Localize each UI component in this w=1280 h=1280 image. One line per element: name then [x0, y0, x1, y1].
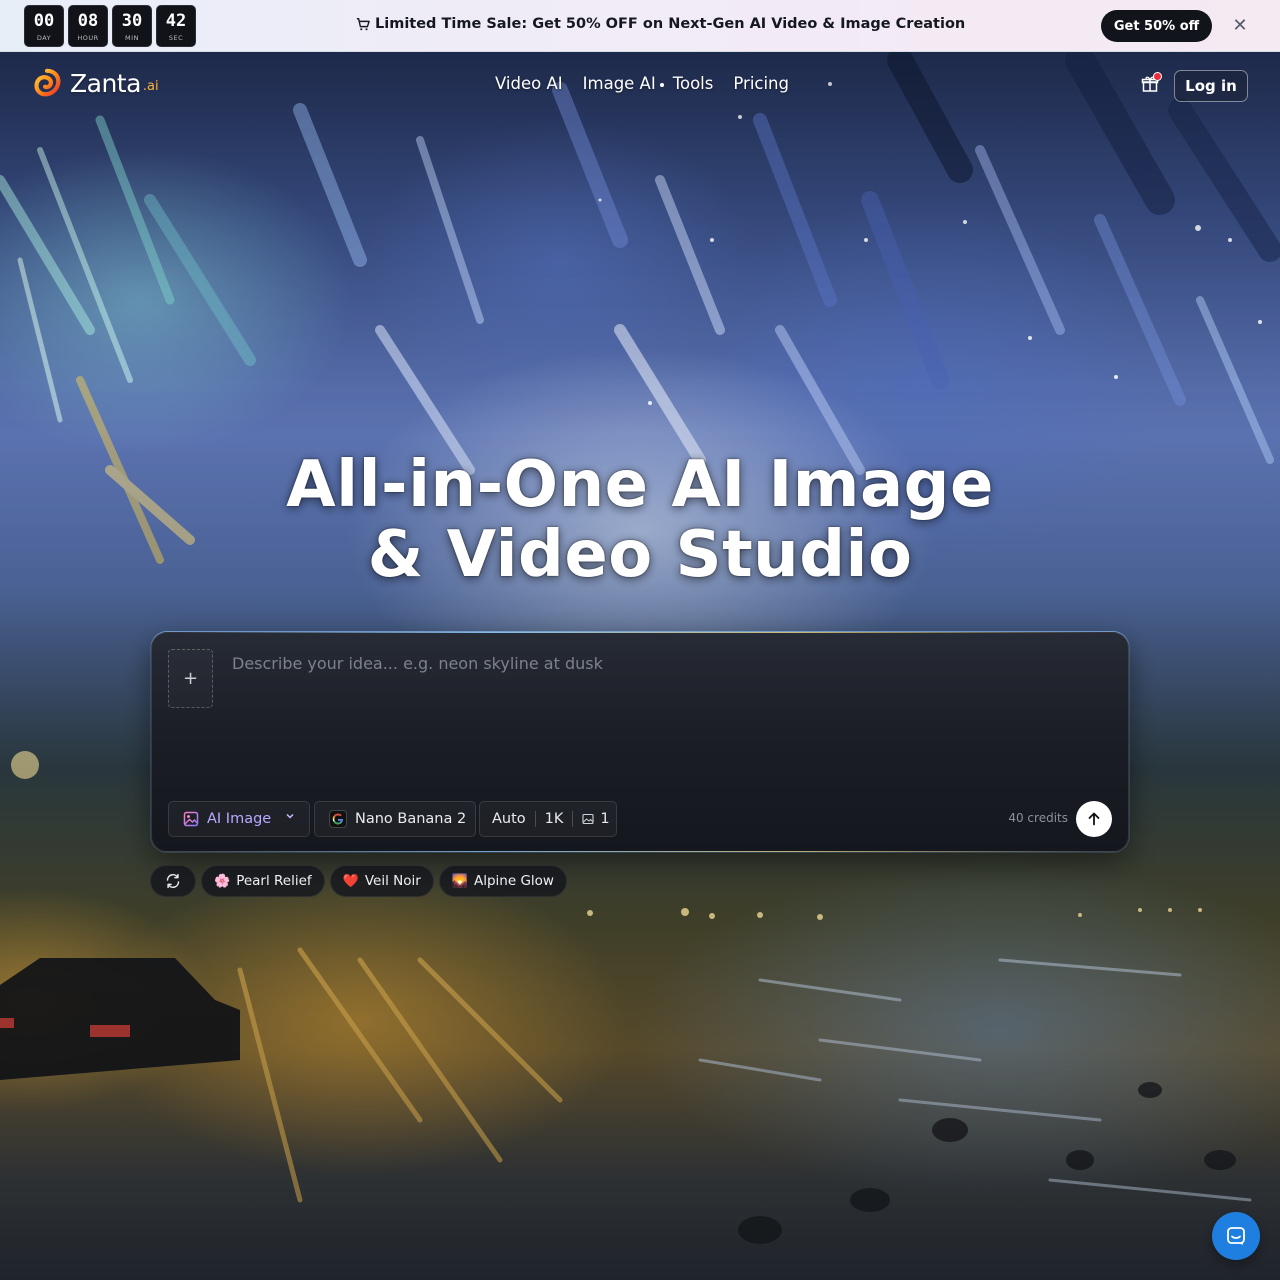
- timer-hours: 08 HOUR: [68, 5, 108, 47]
- promo-message-text: Limited Time Sale: Get 50% OFF on Next-G…: [375, 16, 966, 32]
- output-options[interactable]: Auto 1K 1: [479, 801, 617, 837]
- refresh-styles-button[interactable]: [150, 865, 196, 897]
- timer-seconds-unit: SEC: [168, 33, 184, 42]
- image-count-icon: [582, 813, 594, 825]
- brand-suffix: .ai: [142, 78, 159, 94]
- cart-icon: [356, 18, 370, 31]
- brand-name: Zanta: [70, 68, 141, 98]
- refresh-icon: [166, 873, 180, 889]
- timer-minutes: 30 MIN: [112, 5, 152, 47]
- prompt-input[interactable]: [232, 651, 1092, 675]
- timer-days-unit: DAY: [36, 33, 52, 42]
- mode-selector[interactable]: AI Image: [168, 801, 310, 837]
- nav-links: Video AI Image AI Tools Pricing: [495, 74, 789, 93]
- get-discount-button[interactable]: Get 50% off: [1101, 10, 1212, 42]
- chat-widget-button[interactable]: [1212, 1212, 1260, 1260]
- plus-icon: +: [182, 668, 199, 689]
- generate-button[interactable]: [1076, 801, 1112, 837]
- nav-link-video-ai[interactable]: Video AI: [495, 74, 563, 93]
- prompt-panel: + AI Image Nano Banana 2 Auto 1: [151, 632, 1129, 852]
- timer-minutes-value: 30: [121, 10, 143, 31]
- chat-icon: [1227, 1227, 1245, 1245]
- resolution-value: 1K: [544, 811, 564, 827]
- google-icon: [329, 810, 347, 828]
- timer-hours-unit: HOUR: [77, 33, 99, 42]
- credits-cost: 40 credits: [1008, 811, 1068, 825]
- style-chip-alpine-glow[interactable]: 🌄 Alpine Glow: [438, 865, 567, 897]
- add-reference-button[interactable]: +: [168, 649, 213, 708]
- hero-title: All-in-One AI Image & Video Studio: [240, 450, 1040, 590]
- top-navigation: Zanta .ai Video AI Image AI Tools Pricin…: [0, 53, 1280, 117]
- login-button[interactable]: Log in: [1174, 70, 1248, 102]
- image-count-value: 1: [600, 811, 610, 827]
- countdown-timer: 00 DAY 08 HOUR 30 MIN 42 SEC: [24, 5, 196, 47]
- logo-swirl-icon: [34, 68, 61, 97]
- mode-label: AI Image: [207, 811, 272, 827]
- style-presets: 🌸 Pearl Relief ❤️ Veil Noir 🌄 Alpine Glo…: [150, 865, 567, 897]
- hero-title-line-2: & Video Studio: [367, 518, 913, 592]
- promo-message: Limited Time Sale: Get 50% OFF on Next-G…: [356, 16, 965, 32]
- divider: [534, 811, 536, 827]
- brand-logo[interactable]: Zanta .ai: [32, 67, 159, 99]
- timer-days-value: 00: [33, 10, 55, 31]
- model-label: Nano Banana 2: [355, 811, 467, 827]
- image-mode-icon: [183, 811, 199, 827]
- arrow-up-icon: [1088, 812, 1100, 826]
- close-icon[interactable]: ✕: [1230, 16, 1250, 36]
- new-indicator-dot: [659, 83, 664, 87]
- timer-days: 00 DAY: [24, 5, 64, 47]
- style-chip-label: Veil Noir: [364, 873, 421, 889]
- timer-seconds-value: 42: [165, 10, 187, 31]
- divider: [572, 811, 574, 827]
- nav-link-pricing[interactable]: Pricing: [733, 74, 789, 93]
- hero-title-line-1: All-in-One AI Image: [286, 448, 994, 522]
- promo-banner: 00 DAY 08 HOUR 30 MIN 42 SEC Limited Tim…: [0, 0, 1280, 52]
- model-selector[interactable]: Nano Banana 2: [314, 801, 476, 837]
- timer-seconds: 42 SEC: [156, 5, 196, 47]
- timer-hours-value: 08: [77, 10, 99, 31]
- flower-icon: 🌸: [214, 873, 231, 889]
- nav-link-tools[interactable]: Tools: [673, 74, 714, 93]
- style-chip-label: Pearl Relief: [236, 873, 312, 889]
- heart-icon: ❤️: [342, 873, 359, 889]
- timer-minutes-unit: MIN: [125, 33, 139, 42]
- aspect-ratio-value: Auto: [492, 811, 526, 827]
- notification-badge: [1153, 72, 1162, 81]
- style-chip-veil-noir[interactable]: ❤️ Veil Noir: [329, 865, 434, 897]
- nav-link-image-ai[interactable]: Image AI: [583, 74, 656, 93]
- sunrise-icon: 🌄: [451, 873, 468, 889]
- chevron-down-icon: [286, 813, 294, 819]
- style-chip-pearl-relief[interactable]: 🌸 Pearl Relief: [201, 865, 325, 897]
- style-chip-label: Alpine Glow: [474, 873, 554, 889]
